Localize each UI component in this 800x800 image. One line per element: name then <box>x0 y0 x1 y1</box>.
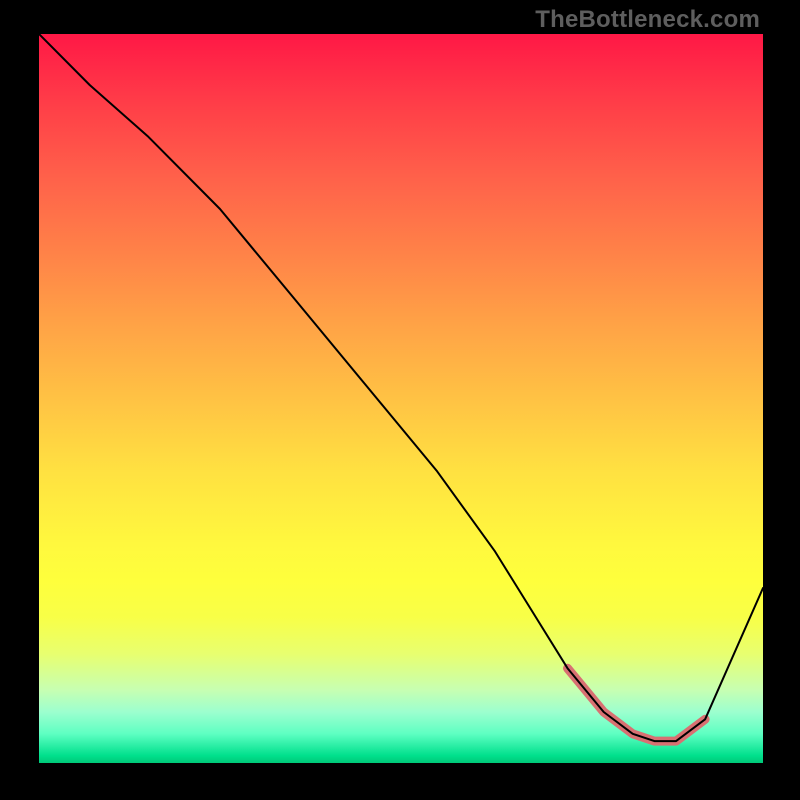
bottleneck-curve <box>39 34 763 741</box>
curve-overlay <box>39 34 763 763</box>
watermark-text: TheBottleneck.com <box>535 6 760 34</box>
highlight-segment <box>568 668 706 741</box>
chart-frame: TheBottleneck.com <box>0 0 800 800</box>
plot-area <box>39 34 763 763</box>
